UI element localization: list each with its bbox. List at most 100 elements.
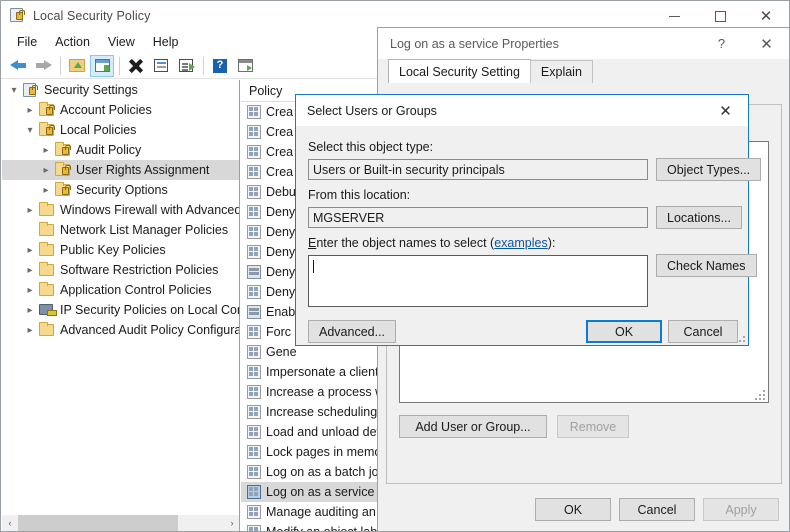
chevron-right-icon[interactable] [38,182,54,198]
tree-item[interactable]: Audit Policy [2,140,239,160]
chevron-right-icon[interactable] [22,202,38,218]
policy-row-label: Deny [266,285,296,299]
scroll-left-button[interactable]: ‹ [2,515,18,531]
chevron-right-icon[interactable] [22,262,38,278]
tree-item[interactable]: Software Restriction Policies [2,260,239,280]
object-type-field[interactable]: Users or Built-in security principals [308,159,648,180]
window-title: Local Security Policy [33,9,151,23]
properties-button[interactable] [149,55,173,77]
tree-item[interactable]: User Rights Assignment [2,160,239,180]
forward-button[interactable] [31,55,55,77]
select-dialog-close-button[interactable]: ✕ [703,95,748,126]
chevron-right-icon[interactable] [38,162,54,178]
chevron-right-icon[interactable] [22,242,38,258]
properties-close-button[interactable]: ✕ [744,28,789,59]
policy-row-label: Log on as a service [266,485,375,499]
up-one-level-icon [69,59,85,72]
no-expander [22,222,38,238]
policy-icon [247,345,261,359]
delete-button[interactable] [124,55,148,77]
tree-item[interactable]: IP Security Policies on Local Compute [2,300,239,320]
chevron-right-icon[interactable] [38,142,54,158]
select-dialog-title: Select Users or Groups [307,103,437,118]
chevron-right-icon[interactable] [22,102,38,118]
add-user-or-group-button[interactable]: Add User or Group... [399,415,547,438]
chevron-right-icon[interactable] [22,282,38,298]
view-list-icon [237,59,253,72]
chevron-down-icon[interactable] [6,82,22,98]
policy-icon [247,165,261,179]
tree-item-label: Audit Policy [76,143,142,157]
object-names-input[interactable] [308,255,648,307]
scrollbar-thumb[interactable] [18,515,178,531]
policy-row-label: Debu [266,185,296,199]
tree-item[interactable]: Advanced Audit Policy Configuration [2,320,240,340]
properties-cancel-button[interactable]: Cancel [619,498,695,521]
resize-grip-icon [735,332,745,342]
plain-folder-icon [38,322,56,338]
menu-action[interactable]: Action [46,33,99,51]
back-icon [9,59,27,72]
tree-item[interactable]: Public Key Policies [2,240,239,260]
back-button[interactable] [6,55,30,77]
tab-local-security-setting[interactable]: Local Security Setting [388,59,531,83]
locations-button[interactable]: Locations... [656,206,742,229]
location-field[interactable]: MGSERVER [308,207,648,228]
tree-item[interactable]: Windows Firewall with Advanced Secu [2,200,240,220]
select-cancel-button[interactable]: Cancel [668,320,738,343]
policy-user-icon [247,305,261,319]
policy-folder-icon [38,102,56,118]
tree-item[interactable]: Application Control Policies [2,280,239,300]
policy-row-label: Deny [266,265,296,279]
tree-item[interactable]: Network List Manager Policies [2,220,239,240]
toolbar-separator [60,56,61,75]
advanced-button[interactable]: Advanced... [308,320,397,343]
policy-icon [247,445,261,459]
chevron-down-icon[interactable] [22,122,38,138]
ip-security-icon [38,302,57,318]
examples-link[interactable]: examples [494,236,548,250]
show-hide-tree-button[interactable] [90,54,114,77]
location-value: MGSERVER [313,210,385,225]
tree-item[interactable]: Security Options [2,180,239,200]
check-names-button[interactable]: Check Names [656,254,757,277]
properties-ok-button[interactable]: OK [535,498,611,521]
tree-horizontal-scrollbar[interactable]: ‹ › [2,515,239,531]
maximize-icon [714,10,726,22]
menu-view[interactable]: View [99,33,144,51]
object-names-label-text: nter the object names to select ( [316,236,495,250]
view-list-button[interactable] [233,55,257,77]
scrollbar-track[interactable] [178,515,224,531]
policy-row-label: Manage auditing an [266,505,376,519]
tree-item-label: IP Security Policies on Local Compute [60,303,239,317]
resize-grip-icon [755,390,765,400]
policy-row-label: Crea [266,125,294,139]
scroll-right-button[interactable]: › [224,515,239,531]
chevron-right-icon[interactable] [22,302,38,318]
console-tree[interactable]: Security Settings Account Policies Local P… [2,80,240,515]
menu-file[interactable]: File [8,33,46,51]
tree-item[interactable]: Account Policies [2,100,239,120]
select-ok-button[interactable]: OK [586,320,662,343]
tree-item-label: Local Policies [60,123,137,137]
policy-icon [247,325,261,339]
export-list-button[interactable] [174,55,198,77]
toolbar-separator [203,56,204,75]
console-tree-pane: Security Settings Account Policies Local P… [2,80,240,531]
tab-explain[interactable]: Explain [529,60,593,83]
chevron-right-icon[interactable] [22,322,38,338]
menu-help[interactable]: Help [144,33,188,51]
tree-item-label: Advanced Audit Policy Configuration [60,323,240,337]
tree-item[interactable]: Local Policies [2,120,239,140]
location-label: From this location: [308,188,411,202]
tree-item[interactable]: Security Settings [2,80,239,100]
object-types-button[interactable]: Object Types... [656,158,762,181]
policy-icon [247,465,261,479]
properties-help-button[interactable]: ? [699,28,744,59]
policy-icon [247,505,261,519]
help-button[interactable]: ? [208,55,232,77]
up-one-level-button[interactable] [65,55,89,77]
properties-dialog-titlebar: Log on as a service Properties ? ✕ [378,28,789,59]
policy-row-label: Modify an object lab [266,525,378,532]
tree-item-label: Windows Firewall with Advanced Secu [60,203,240,217]
